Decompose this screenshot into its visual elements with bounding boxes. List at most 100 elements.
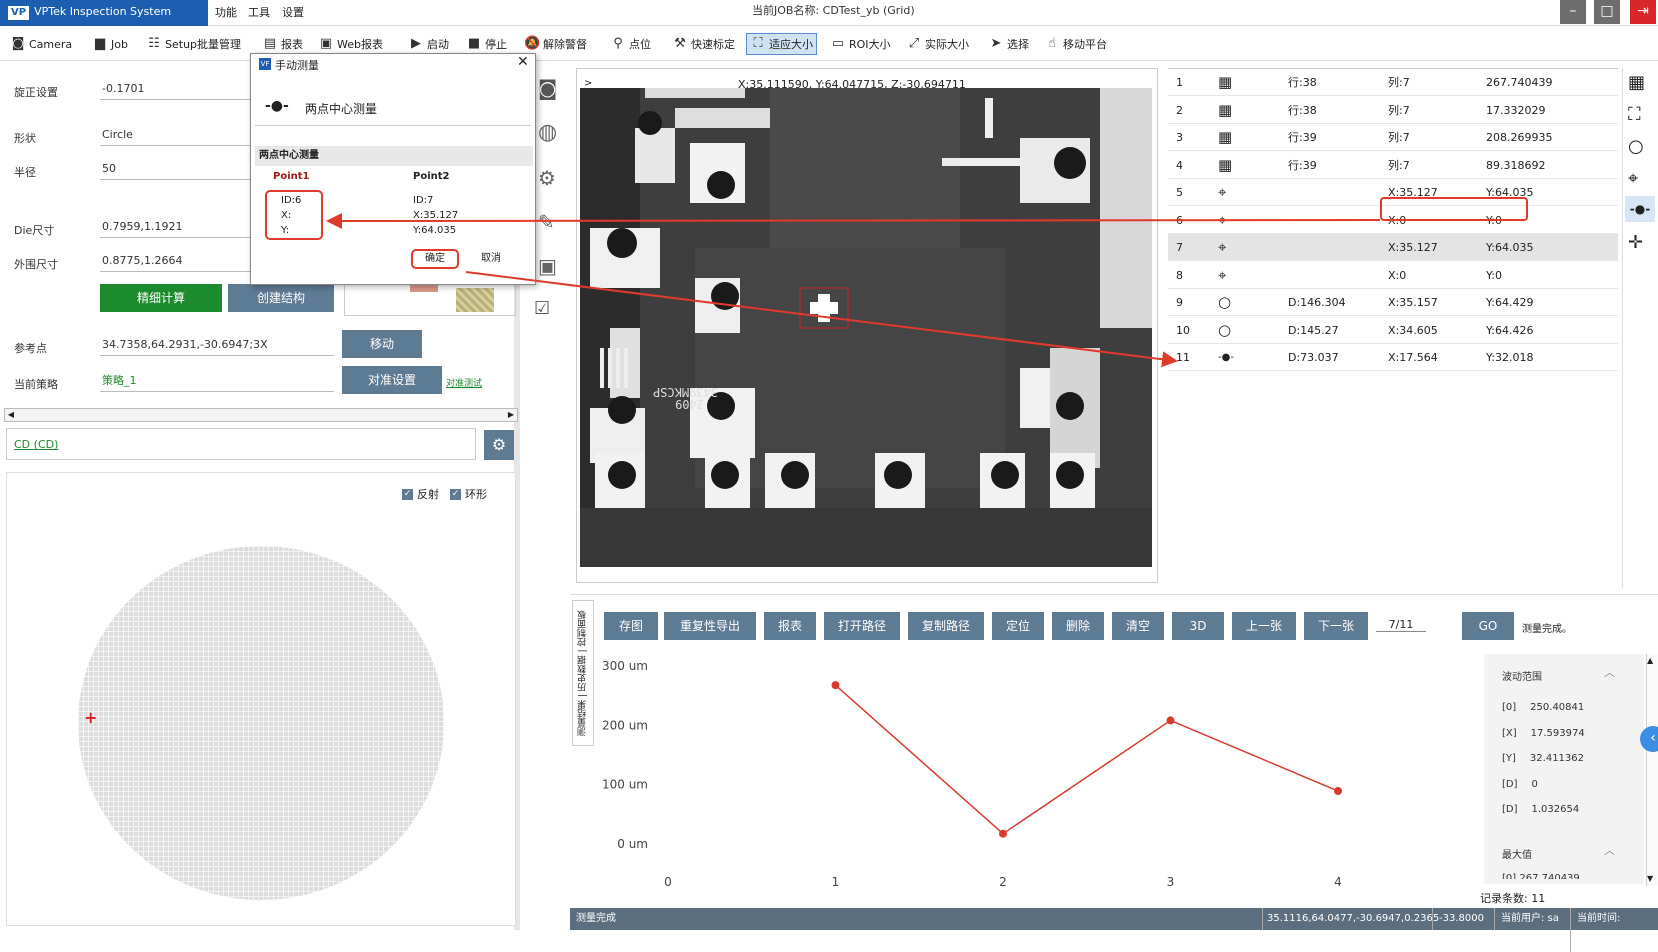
cross-tool-icon[interactable]: ✛ (1628, 232, 1643, 253)
vertical-scrollbar[interactable] (1646, 654, 1658, 886)
collapse-icon[interactable]: ︿ (1604, 664, 1615, 680)
actual-size-button[interactable]: ⤢ 实际大小 (906, 33, 969, 55)
3d-button[interactable]: 3D (1172, 612, 1224, 640)
data-point[interactable] (1166, 716, 1175, 725)
job-button[interactable]: ▆ Job (92, 33, 128, 55)
minimize-button[interactable]: – (1560, 0, 1586, 24)
quick-calibrate-label: 快速标定 (691, 38, 735, 51)
table-row[interactable]: 10 ○ D:145.27 X:34.605 Y:64.426 (1168, 317, 1618, 344)
strategy-field[interactable]: 策略_1 (100, 372, 334, 392)
table-row[interactable]: 4 ▦ 行:39 列:7 89.318692 (1168, 152, 1618, 179)
menu-tools[interactable]: 工具 (248, 4, 270, 20)
point-tool-icon[interactable]: ⌖ (1628, 168, 1638, 189)
cancel-button[interactable]: 取消 (467, 249, 515, 269)
hammer-icon: ⚒ (674, 36, 686, 51)
locate-button[interactable]: 定位 (992, 612, 1044, 640)
point-button[interactable]: ⚲ 点位 (610, 33, 651, 55)
reflect-checkbox[interactable]: ✓ 反射 (402, 486, 439, 502)
quick-calibrate-button[interactable]: ⚒ 快速标定 (672, 33, 735, 55)
delete-button[interactable]: 删除 (1052, 612, 1104, 640)
clear-alarm-button[interactable]: 🔕 解除警督 (524, 33, 587, 55)
scroll-down-icon[interactable]: ▼ (1647, 874, 1653, 883)
select-button[interactable]: ➤ 选择 (988, 33, 1029, 55)
grid-sphere-icon[interactable]: ◍ (538, 120, 557, 145)
align-settings-button[interactable]: 对准设置 (342, 366, 442, 394)
outer-size-field[interactable]: 0.8775,1.2664 (100, 252, 250, 272)
open-path-button[interactable]: 打开路径 (824, 612, 900, 640)
table-row[interactable]: 9 ○ D:146.304 X:35.157 Y:64.429 (1168, 289, 1618, 316)
camera-button[interactable]: ◙ Camera (10, 33, 72, 55)
page-indicator[interactable]: 7/11 (1376, 618, 1426, 632)
scroll-up-icon[interactable]: ▲ (1647, 656, 1653, 665)
move-button[interactable]: 移动 (342, 330, 422, 358)
data-point[interactable] (831, 681, 840, 690)
table-row[interactable]: 1 ▦ 行:38 列:7 267.740439 (1168, 69, 1618, 96)
camera-view[interactable]: 3439MKCSP 2409 (580, 88, 1152, 567)
circle-tool-icon[interactable]: ○ (1628, 136, 1644, 157)
die-size-field[interactable]: 0.7959,1.1921 (100, 218, 250, 238)
cd-box (6, 428, 476, 460)
prev-image-button[interactable]: 上一张 (1232, 612, 1296, 640)
table-row[interactable]: 8 ⌖ X:0 Y:0 (1168, 262, 1618, 289)
scroll-left-icon[interactable]: ◀ (5, 409, 17, 421)
repeat-export-button[interactable]: 重复性导出 (664, 612, 756, 640)
fit-size-button[interactable]: ⛶ 适应大小 (746, 33, 817, 55)
ok-button[interactable]: 确定 (411, 249, 459, 269)
copy-path-button[interactable]: 复制路径 (908, 612, 984, 640)
horizontal-scrollbar[interactable] (4, 408, 518, 422)
web-report-button[interactable]: ▣ Web报表 (318, 33, 383, 55)
ref-point-field[interactable]: 34.7358,64.2931,-30.6947;3X (100, 336, 334, 356)
table-row[interactable]: 7 ⌖ X:35.127 Y:64.035 (1168, 234, 1618, 261)
tab-history[interactable]: 历史数据 (578, 655, 588, 691)
fine-calc-button[interactable]: 精细计算 (100, 284, 222, 312)
setup-batch-button[interactable]: ☷ Setup批量管理 (146, 33, 241, 55)
grid-tool-icon[interactable]: ▦ (1628, 72, 1645, 93)
gear-refresh-button[interactable]: ⚙ (484, 430, 514, 460)
grid-icon: ▦ (1218, 128, 1233, 146)
rotate-field[interactable]: -0.1701 (100, 80, 250, 100)
create-struct-button[interactable]: 创建结构 (228, 284, 334, 312)
collapse-icon[interactable]: ︿ (1604, 842, 1615, 858)
maximize-button[interactable]: □ (1594, 0, 1620, 24)
data-point[interactable] (999, 829, 1007, 838)
radius-field[interactable]: 50 (100, 160, 250, 180)
data-point[interactable] (1334, 787, 1342, 796)
cd-link[interactable]: CD (CD) (14, 438, 58, 451)
shape-field[interactable]: Circle (100, 126, 250, 146)
report-button[interactable]: ▤ 报表 (262, 33, 303, 55)
next-image-button[interactable]: 下一张 (1304, 612, 1368, 640)
table-row[interactable]: 3 ▦ 行:39 列:7 208.269935 (1168, 124, 1618, 151)
menu-function[interactable]: 功能 (215, 4, 237, 20)
image-settings-icon[interactable]: ▣ (538, 254, 557, 278)
move-platform-button[interactable]: ☝ 移动平台 (1044, 33, 1107, 55)
clear-button[interactable]: 清空 (1112, 612, 1164, 640)
save-image-button[interactable]: 存图 (604, 612, 658, 640)
scroll-right-icon[interactable]: ▶ (505, 409, 517, 421)
start-button[interactable]: ▶ 启动 (408, 33, 449, 55)
range-value: 0 (1531, 778, 1538, 790)
snapshot-icon[interactable]: ◙ (538, 76, 557, 100)
report-bottom-button[interactable]: 报表 (764, 612, 816, 640)
measure-tool-icon[interactable]: ⚙ (538, 166, 556, 190)
ruler-icon[interactable]: ✎ (538, 210, 555, 234)
table-row[interactable]: 11 -●- D:73.037 X:17.564 Y:32.018 (1168, 344, 1618, 371)
table-row[interactable]: 2 ▦ 行:38 列:7 17.332029 (1168, 97, 1618, 124)
two-point-tool-icon[interactable]: -●- (1625, 196, 1655, 222)
section-header: 两点中心测量 (255, 146, 533, 166)
align-test-link[interactable]: 对准测试 (446, 376, 482, 389)
exit-button[interactable]: ⇥ (1630, 0, 1656, 24)
tab-control[interactable]: 控制面板 (578, 610, 588, 646)
checklist-icon[interactable]: ☑ (534, 298, 550, 319)
shape-label: 形状 (14, 132, 36, 145)
close-icon[interactable]: ✕ (517, 54, 529, 70)
row-number: 1 (1176, 76, 1183, 89)
fit-tool-icon[interactable]: ⛶ (1628, 104, 1641, 125)
tab-results[interactable]: 测量结果 (578, 700, 588, 736)
menu-settings[interactable]: 设置 (282, 4, 304, 20)
roi-size-button[interactable]: ▭ ROI大小 (830, 33, 891, 55)
wafer-map[interactable] (78, 546, 444, 900)
status-message: 测量完成。 (1522, 624, 1572, 635)
stop-button[interactable]: ■ 停止 (466, 33, 507, 55)
go-button[interactable]: GO (1462, 612, 1514, 640)
ring-checkbox[interactable]: ✓ 环形 (450, 486, 487, 502)
